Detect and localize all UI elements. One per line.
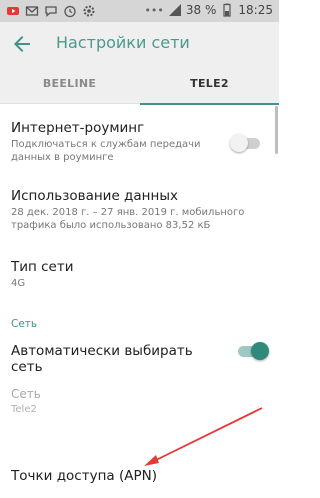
auto-select-title: Автоматически выбирать сеть	[11, 343, 193, 375]
auto-select-setting[interactable]: Автоматически выбирать сеть	[11, 343, 226, 375]
roaming-summary: Подключаться к службам передачи данных в…	[11, 139, 201, 163]
roaming-title: Интернет-роуминг	[11, 120, 145, 136]
settings-icon	[83, 5, 95, 17]
network-type-setting[interactable]: Тип сети 4G	[11, 259, 261, 290]
toggle-knob	[230, 134, 248, 152]
app-bar: Настройки сети	[0, 22, 279, 66]
tab-indicator	[140, 103, 279, 105]
network-type-title: Тип сети	[11, 259, 74, 275]
notification-icons	[6, 4, 96, 18]
toggle-knob	[251, 342, 269, 360]
sim-tabs: BEELINE TELE2	[0, 66, 279, 105]
apn-setting[interactable]: Точки доступа (APN)	[11, 468, 261, 484]
data-usage-title: Использование данных	[11, 188, 178, 204]
youtube-icon	[7, 7, 19, 15]
status-bar: ••• 38 % 18:25	[0, 0, 279, 22]
status-right: ••• 38 % 18:25	[144, 3, 273, 17]
battery-icon	[223, 3, 232, 17]
network-value: Tele2	[11, 404, 37, 415]
scrollbar[interactable]	[275, 106, 278, 154]
roaming-setting[interactable]: Интернет-роуминг Подключаться к службам …	[11, 120, 221, 164]
page-title: Настройки сети	[56, 33, 190, 52]
more-notifications-icon: •••	[144, 3, 164, 17]
data-usage-setting[interactable]: Использование данных 28 дек. 2018 г. – 2…	[11, 188, 261, 232]
apn-title: Точки доступа (APN)	[11, 468, 157, 484]
signal-icon	[168, 4, 181, 16]
data-usage-summary: 28 дек. 2018 г. – 27 янв. 2019 г. мобиль…	[11, 207, 245, 231]
tab-beeline[interactable]: BEELINE	[0, 66, 139, 104]
network-type-value: 4G	[11, 278, 26, 289]
mail-icon	[25, 6, 39, 16]
clock: 18:25	[238, 3, 273, 17]
tab-tele2[interactable]: TELE2	[140, 66, 279, 105]
alarm-icon	[64, 5, 76, 18]
network-section-header: Сеть	[11, 318, 38, 330]
roaming-toggle[interactable]	[230, 133, 264, 153]
auto-select-toggle[interactable]	[236, 341, 270, 361]
battery-percent: 38 %	[185, 3, 217, 17]
network-setting: Сеть Tele2	[11, 387, 261, 416]
tab-label: TELE2	[190, 77, 229, 90]
message-icon	[45, 6, 57, 17]
network-title: Сеть	[11, 387, 41, 401]
back-arrow-icon[interactable]	[10, 32, 34, 56]
tab-label: BEELINE	[42, 77, 97, 90]
